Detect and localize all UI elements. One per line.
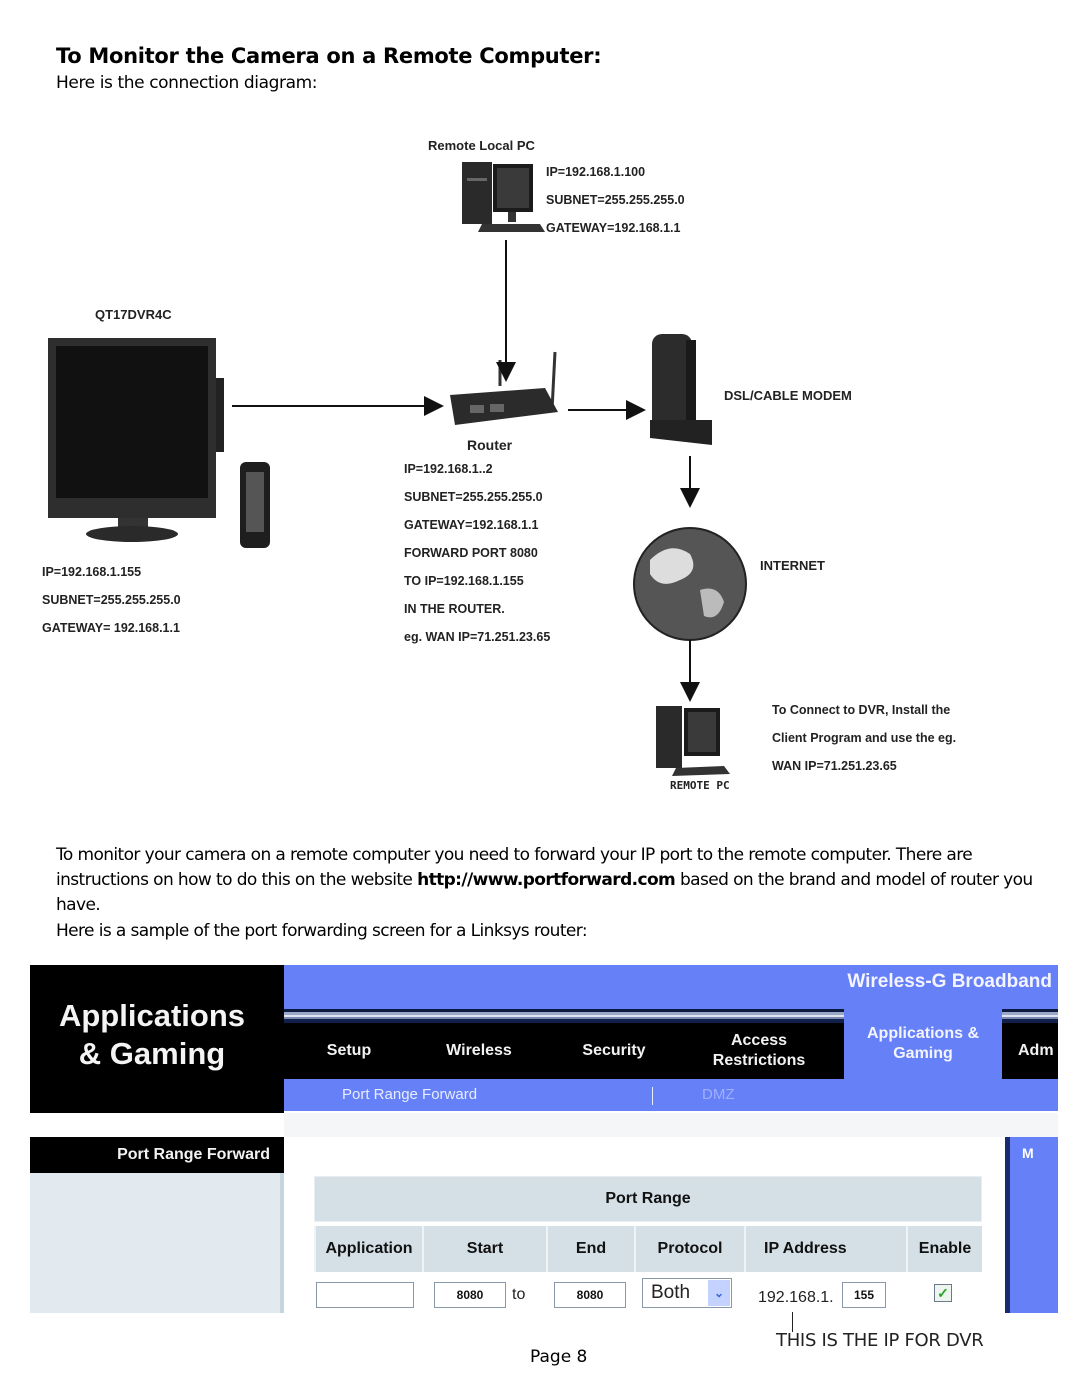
router-subnet: SUBNET=255.255.255.0 <box>404 490 543 504</box>
router-to-ip: TO IP=192.168.1.155 <box>404 574 524 588</box>
callout-pointer <box>792 1312 793 1332</box>
modem-label: DSL/CABLE MODEM <box>724 388 852 403</box>
linksys-top-banner: Wireless-G Broadband <box>284 965 1058 1009</box>
router-wan-ip: eg. WAN IP=71.251.23.65 <box>404 630 551 644</box>
protocol-value: Both <box>651 1282 691 1303</box>
internet-label: INTERNET <box>760 558 825 573</box>
remote-pc-note-2: Client Program and use the eg. <box>772 731 957 745</box>
subnav-separator <box>652 1087 653 1105</box>
tab-security[interactable]: Security <box>564 1023 664 1079</box>
intro-text: Here is the connection diagram: <box>56 73 318 93</box>
linksys-intro-text: Here is a sample of the port forwarding … <box>56 921 588 941</box>
checkmark-icon: ✓ <box>937 1285 949 1301</box>
remote-local-pc-icon <box>462 162 545 232</box>
left-section-title: Port Range Forward <box>30 1137 284 1173</box>
router-gateway: GATEWAY=192.168.1.1 <box>404 518 539 532</box>
globe-icon <box>633 527 747 641</box>
page-heading: To Monitor the Camera on a Remote Comput… <box>56 44 602 68</box>
col-protocol: Protocol <box>634 1226 744 1272</box>
router-icon <box>450 351 558 425</box>
remote-pc-label: REMOTE PC <box>670 779 730 792</box>
protocol-select[interactable]: Both ⌄ <box>642 1278 732 1308</box>
col-application: Application <box>314 1226 422 1272</box>
dvr-ip-callout: THIS IS THE IP FOR DVR <box>776 1330 984 1351</box>
dvr-subnet: SUBNET=255.255.255.0 <box>42 593 181 607</box>
remote-pc-icon <box>656 706 730 776</box>
tab-applications-gaming[interactable]: Applications & Gaming <box>844 1009 1002 1079</box>
chevron-down-icon[interactable]: ⌄ <box>708 1280 730 1306</box>
to-label: to <box>512 1286 526 1303</box>
ip-last-octet-input[interactable]: 155 <box>842 1282 886 1308</box>
remote-control-icon <box>240 462 270 548</box>
remote-pc-note-3: WAN IP=71.251.23.65 <box>772 759 897 773</box>
col-ip-address: IP Address <box>744 1226 906 1272</box>
subtab-dmz[interactable]: DMZ <box>702 1086 735 1103</box>
dvr-gateway: GATEWAY= 192.168.1.1 <box>42 621 180 635</box>
right-help-panel: M <box>1005 1137 1058 1313</box>
dvr-monitor-icon <box>48 338 224 542</box>
product-name: Wireless-G Broadband <box>847 971 1052 992</box>
tab-setup[interactable]: Setup <box>304 1023 394 1079</box>
router-forward-port: FORWARD PORT 8080 <box>404 546 538 560</box>
main-nav: Setup Wireless Security Access Restricti… <box>284 1009 1058 1079</box>
dvr-ip: IP=192.168.1.155 <box>42 565 142 579</box>
tab-access-restrictions[interactable]: Access Restrictions <box>694 1023 824 1079</box>
col-start: Start <box>422 1226 546 1272</box>
remote-pc-note-1: To Connect to DVR, Install the <box>772 703 951 717</box>
tab-administration[interactable]: Adm <box>1010 1023 1058 1079</box>
subtab-port-range-forward[interactable]: Port Range Forward <box>342 1086 477 1103</box>
sub-nav: Port Range Forward DMZ <box>284 1079 1058 1111</box>
router-ip: IP=192.168.1..2 <box>404 462 493 476</box>
instructions-paragraph: To monitor your camera on a remote compu… <box>56 843 1056 918</box>
linksys-section-title: Applications & Gaming <box>58 998 245 1071</box>
content-top-gap <box>284 1113 1058 1137</box>
page-number: Page 8 <box>530 1347 588 1367</box>
remote-local-pc-subnet: SUBNET=255.255.255.0 <box>546 193 685 207</box>
dvr-model-label: QT17DVR4C <box>95 307 172 322</box>
remote-local-pc-gateway: GATEWAY=192.168.1.1 <box>546 221 681 235</box>
port-range-header: Port Range <box>314 1176 982 1222</box>
col-enable: Enable <box>906 1226 982 1272</box>
remote-local-pc-ip: IP=192.168.1.100 <box>546 165 646 179</box>
tab-wireless[interactable]: Wireless <box>424 1023 534 1079</box>
ip-prefix: 192.168.1. <box>758 1289 834 1306</box>
linksys-screenshot: Applications & Gaming Wireless-G Broadba… <box>30 965 1058 1313</box>
application-name-input[interactable] <box>316 1282 414 1308</box>
router-in-router: IN THE ROUTER. <box>404 602 505 616</box>
end-port-input[interactable]: 8080 <box>554 1282 626 1308</box>
router-label: Router <box>467 437 513 453</box>
start-port-input[interactable]: 8080 <box>434 1282 506 1308</box>
portforward-link[interactable]: http://www.portforward.com <box>417 870 676 890</box>
enable-checkbox[interactable]: ✓ <box>934 1284 952 1302</box>
remote-local-pc-label: Remote Local PC <box>428 138 535 153</box>
col-end: End <box>546 1226 634 1272</box>
modem-icon <box>650 334 712 445</box>
